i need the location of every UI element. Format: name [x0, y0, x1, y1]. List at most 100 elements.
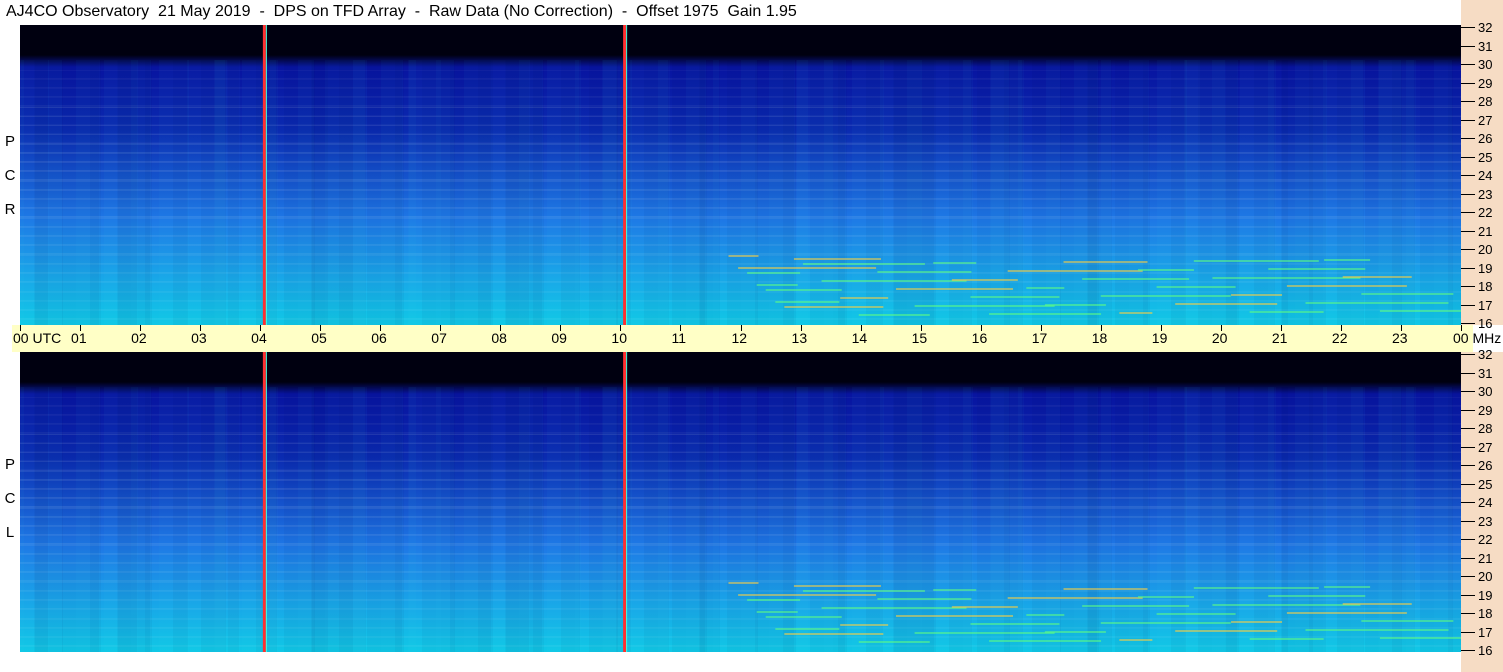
noise-band	[1100, 295, 1231, 297]
spectrogram-block	[35, 60, 48, 325]
noise-band	[1175, 630, 1278, 632]
y-tick-mark	[1461, 212, 1475, 213]
y-tick-label: 18	[1478, 279, 1493, 294]
spectrogram-block	[215, 60, 225, 325]
y-tick-mark	[1461, 391, 1475, 392]
spectrogram-block	[963, 387, 971, 652]
y-tick-mark	[1461, 613, 1475, 614]
spectrogram-block	[298, 60, 314, 325]
noise-band	[896, 288, 1014, 290]
y-tick-label: 28	[1478, 94, 1493, 109]
y-tick-label: 17	[1478, 297, 1493, 313]
y-tick-label: 24	[1478, 168, 1493, 183]
x-tick-label: 14	[851, 330, 868, 346]
noise-band	[877, 271, 972, 273]
spectrogram-block	[1406, 387, 1414, 652]
panel-label-letter: R	[4, 201, 16, 218]
y-tick-label: 18	[1478, 606, 1493, 621]
spectrogram-block	[409, 60, 441, 325]
x-tick-label: 16	[971, 330, 988, 346]
spectrogram-block	[90, 387, 99, 652]
time-marker-line	[623, 25, 627, 325]
spectrogram-block	[35, 387, 48, 652]
y-tick-mark	[1461, 45, 1475, 47]
x-tick-label: 02	[131, 330, 147, 346]
noise-band	[775, 628, 840, 630]
noise-band	[1286, 285, 1407, 287]
x-tick-label: 01	[71, 330, 87, 346]
noise-band	[738, 594, 877, 596]
spectrogram-lcp	[20, 352, 1461, 652]
spectrogram-block	[1088, 60, 1097, 325]
spectrogram-block	[1171, 60, 1186, 325]
spectrogram-block	[894, 60, 921, 325]
noise-band	[1342, 603, 1412, 605]
spectrogram-block	[921, 387, 934, 652]
y-tick-label: 25	[1478, 476, 1493, 492]
noise-band	[765, 616, 842, 618]
noise-band	[1268, 268, 1366, 270]
spectrogram-block	[48, 387, 62, 652]
x-tick-label: 03	[191, 330, 207, 346]
y-tick-mark	[1461, 249, 1475, 250]
x-tick-label: 00 MHz	[1453, 330, 1502, 346]
noise-band	[1324, 586, 1371, 588]
noise-band	[933, 589, 977, 591]
x-tick-label: 21	[1271, 330, 1288, 346]
noise-band	[951, 279, 1018, 281]
y-tick-label: 20	[1478, 242, 1493, 257]
noise-band	[728, 582, 759, 584]
noise-band	[747, 599, 801, 601]
noise-band	[1044, 304, 1106, 306]
noise-band	[858, 314, 930, 316]
spectrogram-block	[1143, 60, 1148, 325]
spectrogram-block	[90, 60, 99, 325]
y-tick-label: 25	[1478, 149, 1493, 165]
x-tick-label: 08	[491, 330, 507, 346]
spectrogram-block	[145, 387, 150, 652]
noise-band	[802, 263, 925, 265]
y-tick-mark	[1461, 304, 1475, 306]
noise-band	[1305, 302, 1449, 304]
x-tick-label: 10	[611, 330, 627, 346]
y-tick-label: 31	[1478, 365, 1493, 381]
time-marker-edge	[626, 352, 628, 652]
spectrogram-block	[1268, 60, 1274, 325]
spectrogram-block	[1088, 387, 1097, 652]
panel-label-letter: C	[4, 490, 16, 507]
spectrogram-block	[1268, 387, 1274, 652]
y-tick-mark	[1461, 119, 1475, 121]
x-tick-label: 07	[431, 330, 447, 346]
spectrogram-block	[1171, 387, 1186, 652]
y-tick-label: 22	[1478, 205, 1493, 220]
y-tick-label: 19	[1478, 587, 1493, 603]
noise-band	[1175, 303, 1278, 305]
spectrogram-block	[270, 60, 276, 325]
noise-band	[1193, 587, 1319, 589]
y-tick-label: 29	[1478, 75, 1493, 91]
spectrogram-block	[713, 60, 719, 325]
y-tick-label: 27	[1478, 439, 1493, 455]
spectrogram-svg	[20, 352, 1461, 652]
noise-band	[877, 598, 972, 600]
time-marker-line	[623, 352, 627, 652]
noise-band	[793, 258, 881, 260]
spectrogram-block	[270, 387, 276, 652]
x-tick-label: 09	[551, 330, 567, 346]
spectrogram-block	[838, 60, 845, 325]
spectrogram-block	[1018, 60, 1022, 325]
y-tick-mark	[1461, 465, 1475, 466]
spectrogram-block	[118, 387, 137, 652]
y-tick-mark	[1461, 156, 1475, 158]
y-tick-label: 20	[1478, 569, 1493, 584]
y-tick-mark	[1461, 82, 1475, 84]
spectrogram-block	[1226, 387, 1237, 652]
spectrogram-block	[991, 387, 1009, 652]
noise-band	[1268, 595, 1366, 597]
spectrogram-block	[173, 387, 188, 652]
noise-band	[1231, 621, 1283, 623]
panel-label-lcp: P C L	[2, 448, 18, 550]
panel-label-letter: L	[5, 524, 15, 541]
y-tick-label: 32	[1478, 20, 1493, 35]
y-tick-label: 26	[1478, 131, 1493, 146]
